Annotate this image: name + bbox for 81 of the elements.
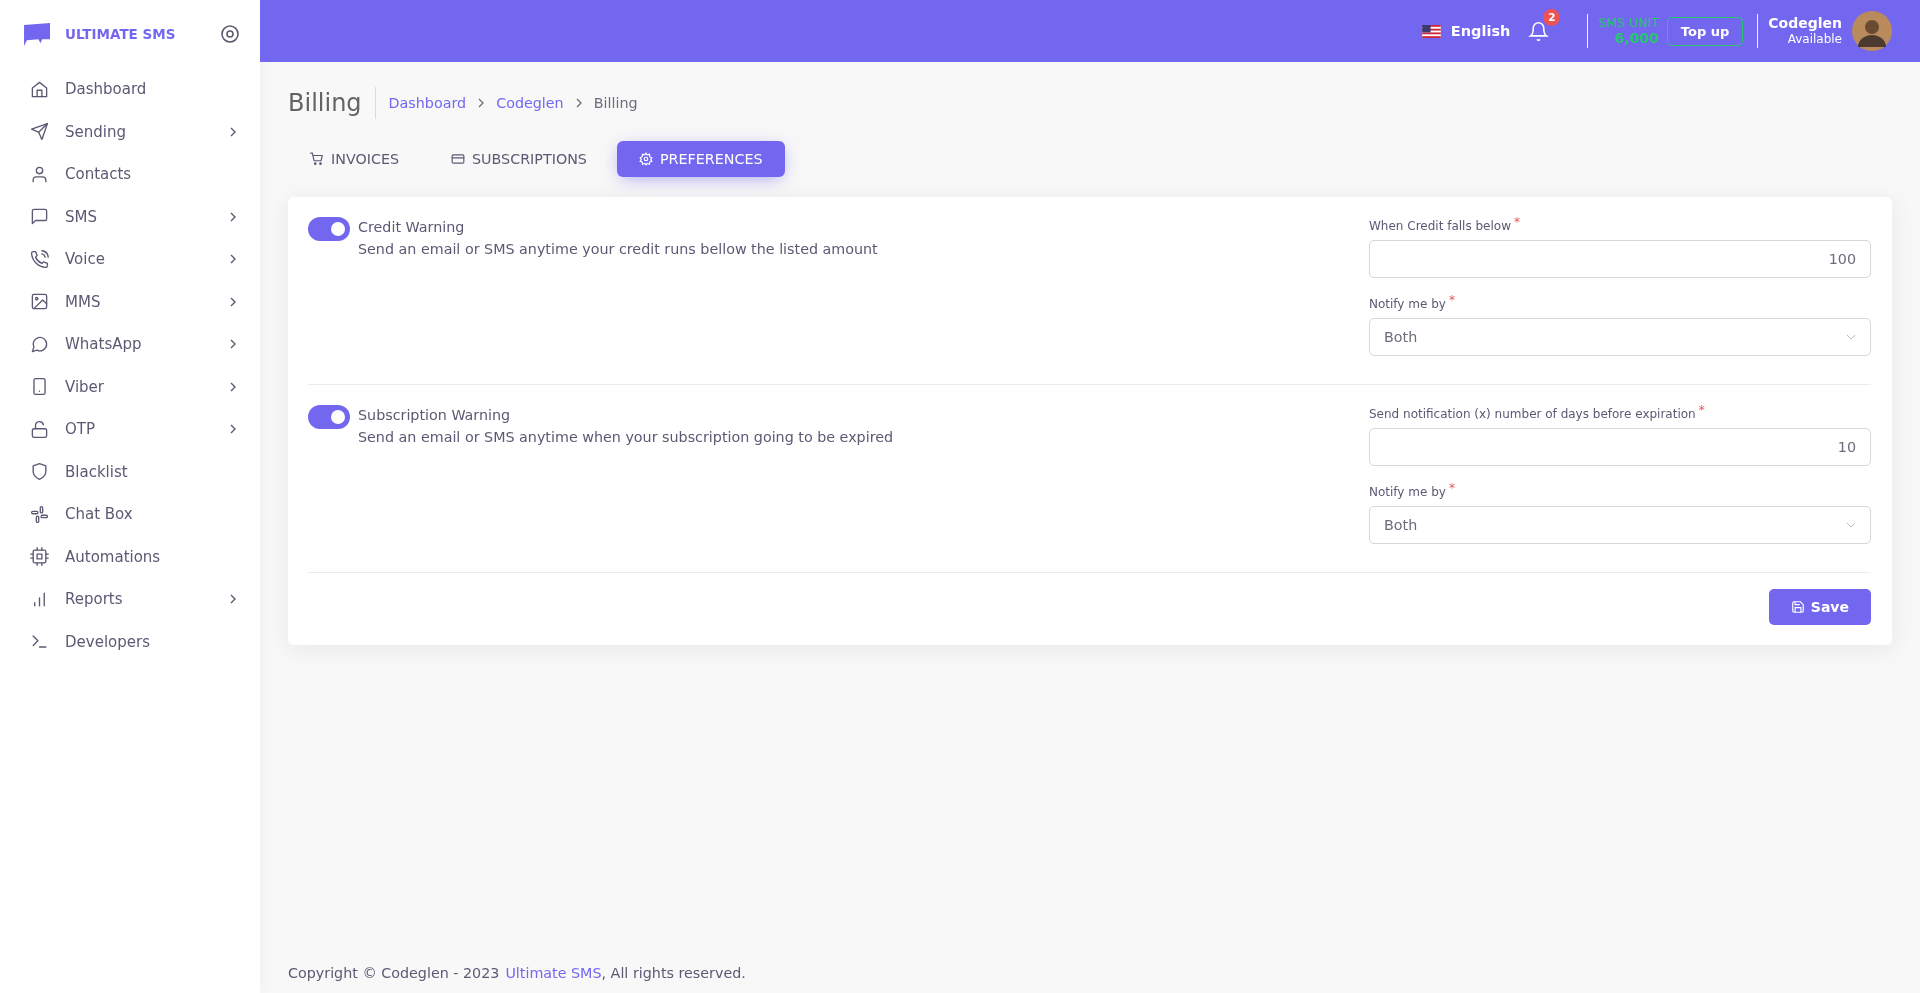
bell-icon[interactable] xyxy=(1528,20,1550,42)
shield-icon xyxy=(30,462,49,482)
chevron-right-icon xyxy=(228,126,238,137)
breadcrumb-item[interactable]: Dashboard xyxy=(388,95,467,111)
section-description: Send an email or SMS anytime your credit runs bellow the listed amount xyxy=(358,241,878,257)
sidebar-item[interactable]: Reports xyxy=(0,578,260,621)
section-title: Subscription Warning xyxy=(358,406,512,425)
sidebar-item[interactable]: Developers xyxy=(0,620,260,663)
breadcrumb-item: Billing xyxy=(593,95,638,111)
field-label: Notify me by xyxy=(1369,297,1446,311)
logo-icon xyxy=(23,21,52,47)
lock-icon xyxy=(30,419,49,439)
sidebar-item[interactable]: Chat Box xyxy=(0,493,260,536)
sidebar-item[interactable]: Voice xyxy=(0,238,260,281)
chevron-right-icon xyxy=(228,339,238,350)
paper-plane-icon xyxy=(30,122,49,142)
grid-dots-icon xyxy=(30,504,49,524)
sidebar-item[interactable]: MMS xyxy=(0,280,260,323)
chat-bubble-icon xyxy=(30,334,49,354)
tab[interactable]: SUBSCRIPTIONS xyxy=(429,141,609,177)
page-title: Billing xyxy=(288,87,376,119)
copyright-suffix: , All rights reserved. xyxy=(601,965,746,981)
sidebar-item[interactable]: SMS xyxy=(0,195,260,238)
tablet-icon xyxy=(30,377,49,397)
toggle-switch[interactable] xyxy=(308,217,350,241)
toggle-switch[interactable] xyxy=(308,405,350,429)
select-field[interactable]: Both xyxy=(1369,318,1871,356)
required-mark: * xyxy=(1448,481,1455,495)
chevron-down-icon xyxy=(1846,522,1856,528)
home-icon xyxy=(30,79,49,99)
top-up-button[interactable]: Top up xyxy=(1666,16,1744,46)
sidebar-item[interactable]: OTP xyxy=(0,408,260,451)
required-mark: * xyxy=(1698,403,1705,417)
flag-icon xyxy=(1421,24,1441,38)
phone-icon xyxy=(30,249,49,269)
sms-unit-value: 6,000 xyxy=(1614,30,1659,47)
brand-name: ULTIMATE SMS xyxy=(65,26,177,42)
copyright-text: Copyright © Codeglen - 2023 xyxy=(288,965,500,981)
sms-unit-label: SMS UNIT xyxy=(1598,15,1659,31)
chevron-right-icon xyxy=(228,296,238,307)
chevron-right-icon xyxy=(228,424,238,435)
required-mark: * xyxy=(1448,293,1455,307)
input-field[interactable]: 10 xyxy=(1369,428,1871,466)
notification-count: 2 xyxy=(1543,8,1561,26)
breadcrumb-item[interactable]: Codeglen xyxy=(496,95,564,111)
section-description: Send an email or SMS anytime when your subscription going to be expired xyxy=(358,429,894,445)
chevron-right-icon xyxy=(228,381,238,392)
sidebar-item[interactable]: Contacts xyxy=(0,153,260,196)
sidebar-item[interactable]: Blacklist xyxy=(0,450,260,493)
language-selector[interactable]: English xyxy=(1421,23,1511,39)
avatar[interactable] xyxy=(1852,11,1892,51)
select-field[interactable]: Both xyxy=(1369,506,1871,544)
input-field[interactable]: 100 xyxy=(1369,240,1871,278)
circle-toggle-icon[interactable] xyxy=(220,24,240,44)
field-label: Send notification (x) number of days before expiration xyxy=(1369,407,1696,421)
tab[interactable]: INVOICES xyxy=(288,141,421,177)
chevron-right-icon xyxy=(228,594,238,605)
user-name: Codeglen xyxy=(1768,15,1842,33)
settings-icon xyxy=(638,152,653,166)
sidebar-item[interactable]: Viber xyxy=(0,365,260,408)
sidebar-item[interactable]: Automations xyxy=(0,535,260,578)
card-icon xyxy=(451,152,465,166)
sidebar-item[interactable]: Sending xyxy=(0,110,260,153)
field-label: When Credit falls below xyxy=(1369,219,1511,233)
chevron-right-icon xyxy=(228,254,238,265)
save-button[interactable]: Save xyxy=(1768,589,1871,625)
cart-icon xyxy=(310,152,324,166)
user-status: Available xyxy=(1787,32,1842,47)
sidebar-item[interactable]: WhatsApp xyxy=(0,323,260,366)
required-mark: * xyxy=(1514,215,1520,229)
chip-icon xyxy=(30,547,49,567)
footer-link[interactable]: Ultimate SMS xyxy=(505,965,602,981)
user-icon xyxy=(30,164,49,184)
chat-icon xyxy=(30,207,49,227)
chevron-down-icon xyxy=(1846,334,1856,340)
section-title: Credit Warning xyxy=(358,218,466,237)
chevron-right-icon xyxy=(228,211,238,222)
sidebar-item[interactable]: Dashboard xyxy=(0,68,260,111)
tab[interactable]: PREFERENCES xyxy=(616,141,785,177)
field-label: Notify me by xyxy=(1369,485,1446,499)
image-icon xyxy=(30,292,49,312)
